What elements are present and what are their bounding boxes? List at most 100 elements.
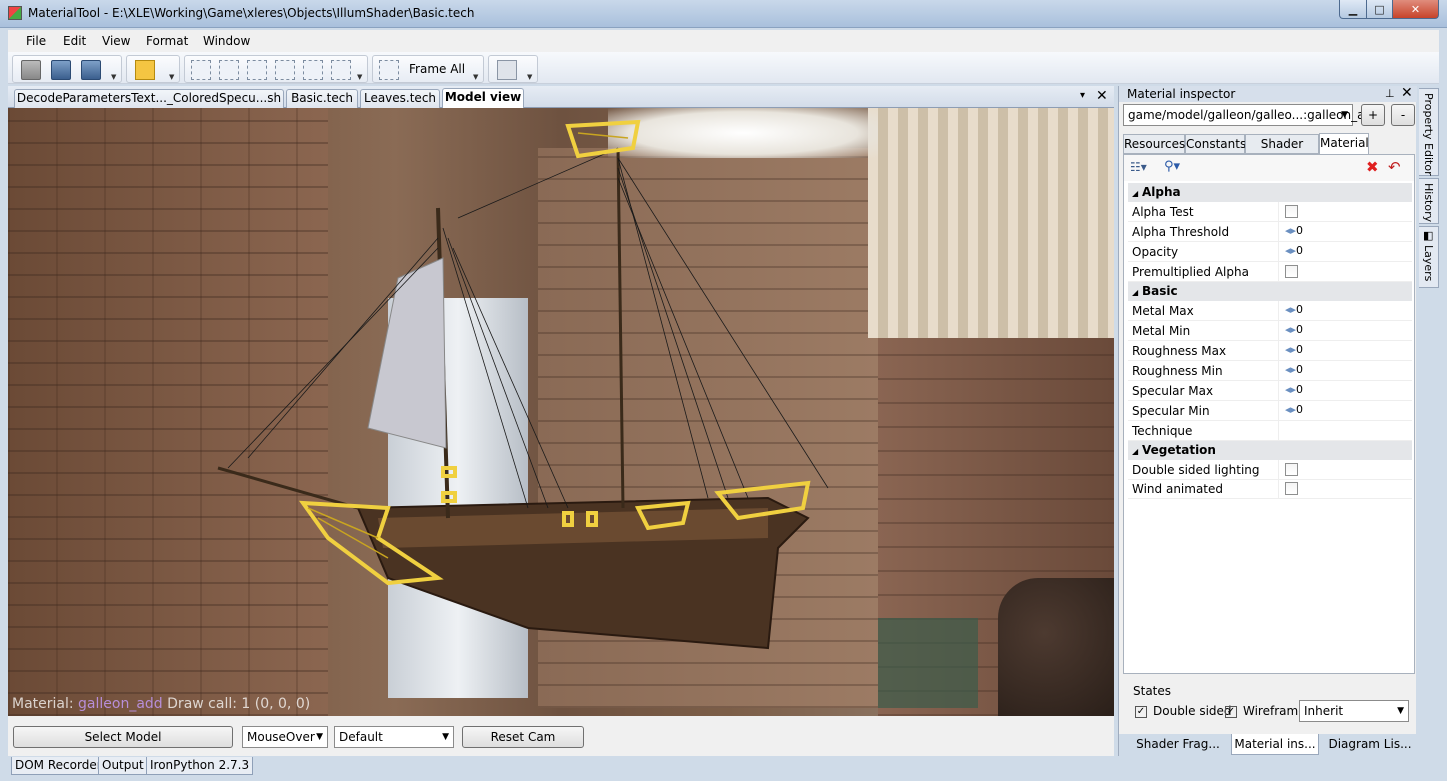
- premultiplied-alpha-checkbox[interactable]: [1285, 265, 1298, 278]
- tab-list-dropdown-icon[interactable]: ▾: [1080, 90, 1085, 101]
- technique-value[interactable]: [1278, 421, 1412, 440]
- lock-icon[interactable]: [135, 60, 155, 80]
- menu-view[interactable]: View: [102, 34, 130, 48]
- pin-icon[interactable]: ⊥: [1385, 86, 1395, 102]
- slider-control[interactable]: ◂▸0: [1285, 363, 1303, 376]
- frame-all-icon[interactable]: [379, 60, 399, 80]
- chevron-down-icon[interactable]: ▼: [357, 74, 364, 81]
- slider-control[interactable]: ◂▸0: [1285, 383, 1303, 396]
- align-bottom-icon[interactable]: [303, 60, 323, 80]
- close-icon[interactable]: ✕: [1401, 85, 1413, 101]
- menu-file[interactable]: File: [26, 34, 46, 48]
- tab-diagram-list[interactable]: Diagram Lis...: [1325, 734, 1415, 755]
- inspector-tabs: Resources Constants Shader Flags Materia…: [1123, 133, 1413, 169]
- inspector-title: Material inspector: [1127, 87, 1236, 101]
- remove-material-button[interactable]: -: [1391, 104, 1415, 126]
- prop-wind-animated: Wind animated: [1128, 479, 1412, 499]
- mouseover-select[interactable]: MouseOver ▼: [242, 726, 328, 748]
- slider-control[interactable]: ◂▸0: [1285, 403, 1303, 416]
- close-window-button[interactable]: ✕: [1392, 0, 1439, 19]
- align-left-icon[interactable]: [191, 60, 211, 80]
- slider-value: 0: [1296, 383, 1304, 396]
- chevron-down-icon[interactable]: ▼: [111, 74, 118, 81]
- draw-call-info: Draw call: 1 (0, 0, 0): [167, 696, 311, 712]
- material-select[interactable]: game/model/galleon/galleo...:galleon_add…: [1123, 104, 1380, 126]
- tab-history[interactable]: History: [1419, 178, 1439, 224]
- save-all-icon[interactable]: [81, 60, 101, 80]
- slider-control[interactable]: ◂▸0: [1285, 343, 1303, 356]
- tab-material-inspector[interactable]: Material ins...: [1231, 734, 1319, 755]
- render-mode-value: Default: [339, 730, 383, 744]
- wind-animated-checkbox[interactable]: [1285, 482, 1298, 495]
- tab-constants[interactable]: Constants: [1185, 134, 1246, 154]
- tab-model-view[interactable]: Model view: [442, 88, 524, 108]
- search-icon[interactable]: ⚲▾: [1164, 159, 1180, 174]
- slider-value: 0: [1296, 303, 1304, 316]
- tab-shader-fragments[interactable]: Shader Frag...: [1125, 734, 1231, 755]
- tab-ironpython[interactable]: IronPython 2.7.3: [146, 757, 254, 775]
- chevron-down-icon[interactable]: ▼: [527, 74, 534, 81]
- prop-label: Metal Max: [1132, 304, 1194, 318]
- align-center-icon[interactable]: [275, 60, 295, 80]
- chevron-down-icon[interactable]: ▼: [473, 74, 480, 81]
- model-viewport[interactable]: Material: galleon_add Draw call: 1 (0, 0…: [8, 108, 1114, 716]
- wireframe-checkbox[interactable]: ✓: [1225, 706, 1237, 718]
- prop-value: [1278, 460, 1412, 479]
- tab-resources[interactable]: Resources: [1123, 134, 1185, 154]
- double-sided-lighting-checkbox[interactable]: [1285, 463, 1298, 476]
- document-area: DecodeParametersText..._ColoredSpecu...s…: [8, 86, 1114, 756]
- prop-metal-min: Metal Min ◂▸0: [1128, 321, 1412, 341]
- tab-leaves-tech[interactable]: Leaves.tech: [360, 89, 440, 108]
- layout-toolbar-group: ▼: [488, 55, 538, 83]
- viewport-controls: Select Model MouseOver ▼ Default ▼ Reset…: [8, 716, 1114, 756]
- category-label: Basic: [1142, 284, 1178, 298]
- add-material-button[interactable]: +: [1361, 104, 1385, 126]
- double-sided-checkbox[interactable]: ✓: [1135, 706, 1147, 718]
- minimize-button[interactable]: ▁: [1339, 0, 1367, 19]
- material-inspector-panel: Material inspector ⊥ ✕ game/model/galleo…: [1118, 85, 1417, 756]
- frame-all-button[interactable]: Frame All: [409, 62, 465, 76]
- tab-basic-tech[interactable]: Basic.tech: [286, 89, 358, 108]
- layout-icon[interactable]: [497, 60, 517, 80]
- align-top-icon[interactable]: [219, 60, 239, 80]
- tab-output[interactable]: Output: [98, 757, 148, 775]
- tab-dom-recorder[interactable]: DOM Recorder: [11, 757, 106, 775]
- tab-property-editor[interactable]: Property Editor: [1419, 88, 1439, 176]
- align-middle-icon[interactable]: [331, 60, 351, 80]
- chevron-down-icon[interactable]: ▼: [169, 74, 176, 81]
- save-as-icon[interactable]: [51, 60, 71, 80]
- category-vegetation[interactable]: ◢ Vegetation: [1128, 441, 1412, 460]
- menu-edit[interactable]: Edit: [63, 34, 86, 48]
- tab-decode-parameters[interactable]: DecodeParametersText..._ColoredSpecu...s…: [14, 89, 284, 108]
- category-basic[interactable]: ◢ Basic: [1128, 282, 1412, 301]
- slider-value: 0: [1296, 224, 1304, 237]
- reset-cam-button[interactable]: Reset Cam: [462, 726, 584, 748]
- align-right-icon[interactable]: [247, 60, 267, 80]
- undo-icon[interactable]: ↶: [1388, 158, 1401, 176]
- menu-bar: File Edit View Format Window: [8, 30, 1439, 52]
- collapse-icon: ◢: [1132, 189, 1139, 198]
- tab-layers[interactable]: ◧ Layers: [1419, 226, 1439, 288]
- curtain-image: [868, 108, 1114, 338]
- menu-format[interactable]: Format: [146, 34, 188, 48]
- select-model-button[interactable]: Select Model: [13, 726, 233, 748]
- inspector-header: Material inspector ⊥ ✕: [1119, 85, 1417, 102]
- close-tab-icon[interactable]: ✕: [1096, 88, 1108, 104]
- slider-control[interactable]: ◂▸0: [1285, 303, 1303, 316]
- categorize-icon[interactable]: ☷▾: [1130, 160, 1147, 174]
- slider-control[interactable]: ◂▸0: [1285, 323, 1303, 336]
- category-alpha[interactable]: ◢ Alpha: [1128, 183, 1412, 202]
- maximize-button[interactable]: □: [1366, 0, 1393, 19]
- slider-control[interactable]: ◂▸0: [1285, 244, 1303, 257]
- render-mode-select[interactable]: Default ▼: [334, 726, 454, 748]
- window-title: MaterialTool - E:\XLE\Working\Game\xlere…: [28, 6, 475, 20]
- alpha-test-checkbox[interactable]: [1285, 205, 1298, 218]
- tab-material[interactable]: Material: [1319, 133, 1369, 154]
- save-icon[interactable]: [21, 60, 41, 80]
- menu-window[interactable]: Window: [203, 34, 250, 48]
- delete-icon[interactable]: ✖: [1366, 158, 1379, 176]
- prop-value: ◂▸0: [1278, 341, 1412, 360]
- tab-shader-flags[interactable]: Shader Flags: [1245, 134, 1319, 169]
- slider-control[interactable]: ◂▸0: [1285, 224, 1303, 237]
- inherit-select[interactable]: Inherit ▼: [1299, 700, 1409, 722]
